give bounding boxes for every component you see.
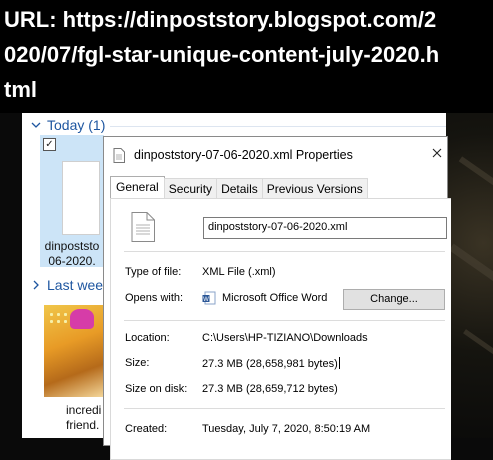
svg-text:W: W [203,297,209,303]
type-label: Type of file: [125,266,182,278]
group-divider [110,126,446,127]
size-label: Size: [125,357,150,369]
file-name: dinpoststo 06-2020. [44,239,100,268]
group-header-today[interactable]: Today (1) [22,117,446,133]
created-value: Tuesday, July 7, 2020, 8:50:19 AM [202,423,371,435]
url-banner: URL: https://dinpoststory.blogspot.com/2… [0,0,493,113]
size-on-disk-value: 27.3 MB (28,659,712 bytes) [202,383,338,395]
file-name-field[interactable]: dinpoststory-07-06-2020.xml [203,217,447,239]
url-line: URL: https://dinpoststory.blogspot.com/2 [4,7,437,32]
opens-with-label: Opens with: [125,292,184,304]
document-icon [62,161,100,235]
tab-previous-versions[interactable]: Previous Versions [261,178,368,198]
image-file-name: incredi friend. [66,403,102,432]
group-label: Today (1) [47,117,106,133]
location-value: C:\Users\HP-TIZIANO\Downloads [202,332,368,344]
tab-bar: General Security Details Previous Versio… [110,176,368,198]
url-line: tml [4,77,37,102]
document-icon [113,147,125,163]
close-icon[interactable] [431,146,443,160]
word-icon: W [202,291,216,305]
group-label: Last wee [47,277,104,293]
image-thumbnail[interactable] [44,305,108,397]
url-line: 020/07/fgl-star-unique-content-july-2020… [4,42,440,67]
size-on-disk-label: Size on disk: [125,383,188,395]
chevron-down-icon [31,122,41,128]
type-value: XML File (.xml) [202,266,276,278]
divider [124,320,445,321]
tab-security[interactable]: Security [163,178,218,198]
dialog-titlebar[interactable]: dinpoststory-07-06-2020.xml Properties [104,137,447,173]
location-label: Location: [125,332,170,344]
properties-dialog: dinpoststory-07-06-2020.xml Properties G… [103,136,451,460]
file-item-selected[interactable]: ✓ dinpoststo 06-2020. [40,135,104,268]
desktop-background [445,113,493,438]
divider [124,251,445,252]
text-cursor [338,357,340,369]
created-label: Created: [125,423,168,435]
opens-with-value: Microsoft Office Word [222,292,328,304]
tab-general[interactable]: General [110,176,165,198]
change-button[interactable]: Change... [343,289,445,310]
general-panel: dinpoststory-07-06-2020.xml Type of file… [110,198,451,460]
size-value: 27.3 MB (28,658,981 bytes) [202,357,340,370]
chevron-right-icon [33,280,39,290]
tab-details[interactable]: Details [216,178,263,198]
dialog-title: dinpoststory-07-06-2020.xml Properties [134,148,353,162]
document-icon [131,212,155,242]
divider [124,408,445,409]
item-checkbox[interactable]: ✓ [43,138,56,151]
